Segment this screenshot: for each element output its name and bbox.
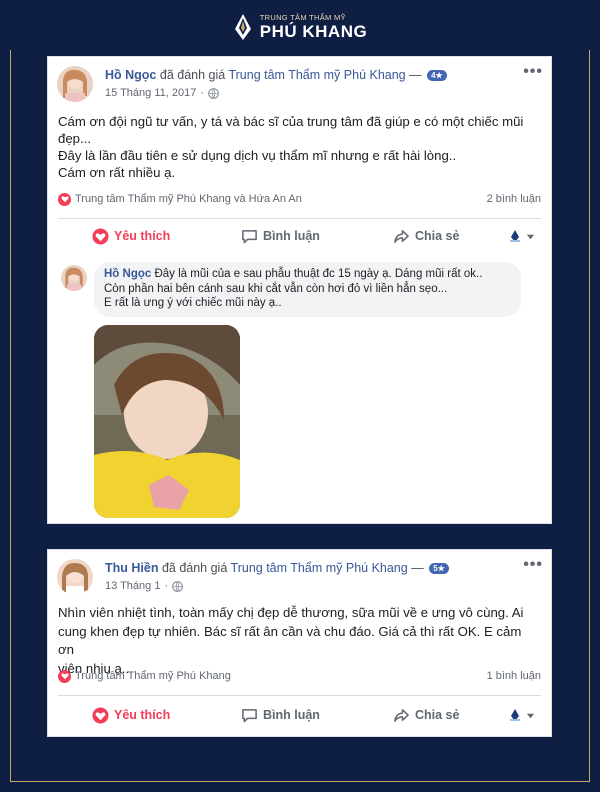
post-line: Nhìn viên nhiệt tình, toàn mấy chị đẹp d…	[58, 605, 524, 620]
meta-dot: ·	[200, 87, 205, 99]
comment-label: Bình luận	[263, 229, 320, 243]
share-icon	[394, 229, 409, 243]
like-label: Yêu thích	[114, 229, 171, 243]
post-date[interactable]: 13 Tháng 1	[105, 580, 160, 592]
dash: —	[411, 561, 424, 575]
avatar[interactable]	[57, 66, 93, 102]
action-bar: Yêu thích Bình luận Chia sẻ	[58, 698, 541, 732]
comment-author[interactable]: Hồ Ngọc	[104, 268, 151, 280]
logo-mark-icon	[234, 14, 251, 40]
post-date[interactable]: 15 Tháng 11, 2017	[105, 87, 196, 99]
brand-name: PHÚ KHANG	[259, 22, 368, 42]
post-line: đẹp...	[58, 131, 91, 146]
comments-count[interactable]: 1 bình luận	[487, 670, 541, 682]
comment-bubble: Hồ Ngọc Đây là mũi của e sau phẫu thuật …	[94, 262, 521, 317]
post-line: cung khen đẹp tự nhiên. Bác sĩ rất ân cầ…	[58, 623, 525, 658]
post-text: Cám ơn đội ngũ tư vấn, y tá và bác sĩ củ…	[48, 109, 551, 181]
share-button[interactable]: Chia sẻ	[393, 707, 459, 724]
page-link[interactable]: Trung tâm Thẩm mỹ Phú Khang	[228, 68, 405, 82]
post-meta: 15 Tháng 11, 2017 ·	[105, 87, 219, 99]
divider	[58, 695, 541, 696]
brand-header: TRUNG TÂM THẨM MỸ PHÚ KHANG	[0, 4, 600, 50]
share-button[interactable]: Chia sẻ	[393, 228, 459, 245]
post-line: Cám ơn rất nhiều ạ.	[58, 165, 176, 180]
review-verb: đã đánh giá	[161, 561, 228, 575]
page-avatar-icon	[510, 230, 520, 242]
dash: —	[409, 68, 422, 82]
page-link[interactable]: Trung tâm Thẩm mỹ Phú Khang	[231, 561, 408, 575]
rating-badge: 4★	[427, 70, 447, 81]
share-label: Chia sẻ	[415, 229, 460, 243]
love-reaction-icon	[58, 192, 71, 206]
commenter-avatar[interactable]	[61, 265, 87, 291]
like-label: Yêu thích	[114, 708, 171, 722]
reaction-selector[interactable]	[508, 708, 535, 722]
review-card: Hồ Ngọc đã đánh giá Trung tâm Thẩm mỹ Ph…	[47, 56, 552, 524]
heart-icon	[92, 706, 109, 724]
reaction-selector[interactable]	[508, 229, 535, 243]
post-header: Thu Hiền đã đánh giá Trung tâm Thẩm mỹ P…	[48, 550, 551, 602]
post-meta: 13 Tháng 1 ·	[105, 580, 184, 592]
comment-icon	[242, 229, 257, 243]
reactions-bar: Trung tâm Thẩm mỹ Phú Khang 1 bình luận	[58, 666, 541, 686]
more-options-icon[interactable]: •••	[523, 63, 543, 81]
author-name[interactable]: Hồ Ngọc	[105, 68, 156, 82]
meta-dot: ·	[164, 580, 169, 592]
comment-line: E rất là ưng ý với chiếc mũi này ạ..	[104, 297, 282, 309]
post-line: Cám ơn đội ngũ tư vấn, y tá và bác sĩ củ…	[58, 114, 524, 129]
comment-line: Đây là mũi của e sau phẫu thuật đc 15 ng…	[154, 268, 483, 280]
share-label: Chia sẻ	[415, 708, 460, 722]
comment-section: Hồ Ngọc Đây là mũi của e sau phẫu thuật …	[48, 253, 551, 523]
comment-button[interactable]: Bình luận	[241, 707, 320, 724]
rating-badge: 5★	[429, 563, 449, 574]
chevron-down-icon	[526, 713, 535, 718]
share-icon	[394, 708, 409, 722]
globe-icon	[172, 580, 184, 592]
author-name[interactable]: Thu Hiền	[105, 561, 158, 575]
post-header: Hồ Ngọc đã đánh giá Trung tâm Thẩm mỹ Ph…	[48, 57, 551, 109]
post-line: Đây là lần đầu tiên e sử dụng dịch vụ th…	[58, 148, 457, 163]
comment-button[interactable]: Bình luận	[241, 228, 320, 245]
heart-icon	[92, 227, 109, 245]
review-verb: đã đánh giá	[159, 68, 226, 82]
comment-photo[interactable]	[94, 325, 240, 518]
comment-label: Bình luận	[263, 708, 320, 722]
header-line: Thu Hiền đã đánh giá Trung tâm Thẩm mỹ P…	[105, 561, 449, 575]
header-line: Hồ Ngọc đã đánh giá Trung tâm Thẩm mỹ Ph…	[105, 68, 447, 82]
globe-icon	[208, 87, 219, 99]
reactors-text[interactable]: Trung tâm Thẩm mỹ Phú Khang	[75, 670, 231, 682]
reactions-bar: Trung tâm Thẩm mỹ Phú Khang và Hứa An An…	[58, 189, 541, 209]
review-card: Thu Hiền đã đánh giá Trung tâm Thẩm mỹ P…	[47, 549, 552, 737]
comment-line: Còn phần hai bên cánh sau khi cắt vẫn cò…	[104, 282, 448, 295]
love-reaction-icon	[58, 669, 71, 683]
like-button[interactable]: Yêu thích	[92, 227, 171, 245]
chevron-down-icon	[526, 234, 535, 239]
reactors-text[interactable]: Trung tâm Thẩm mỹ Phú Khang và Hứa An An	[75, 193, 302, 205]
like-button[interactable]: Yêu thích	[92, 706, 171, 724]
avatar[interactable]	[57, 559, 93, 595]
more-options-icon[interactable]: •••	[523, 556, 543, 574]
comments-count[interactable]: 2 bình luận	[487, 193, 541, 205]
brand-logo: TRUNG TÂM THẨM MỸ PHÚ KHANG	[224, 12, 376, 42]
page-avatar-icon	[510, 709, 520, 721]
action-bar: Yêu thích Bình luận Chia sẻ	[58, 219, 541, 253]
comment-icon	[242, 708, 257, 722]
brand-tagline: TRUNG TÂM THẨM MỸ	[259, 12, 346, 22]
